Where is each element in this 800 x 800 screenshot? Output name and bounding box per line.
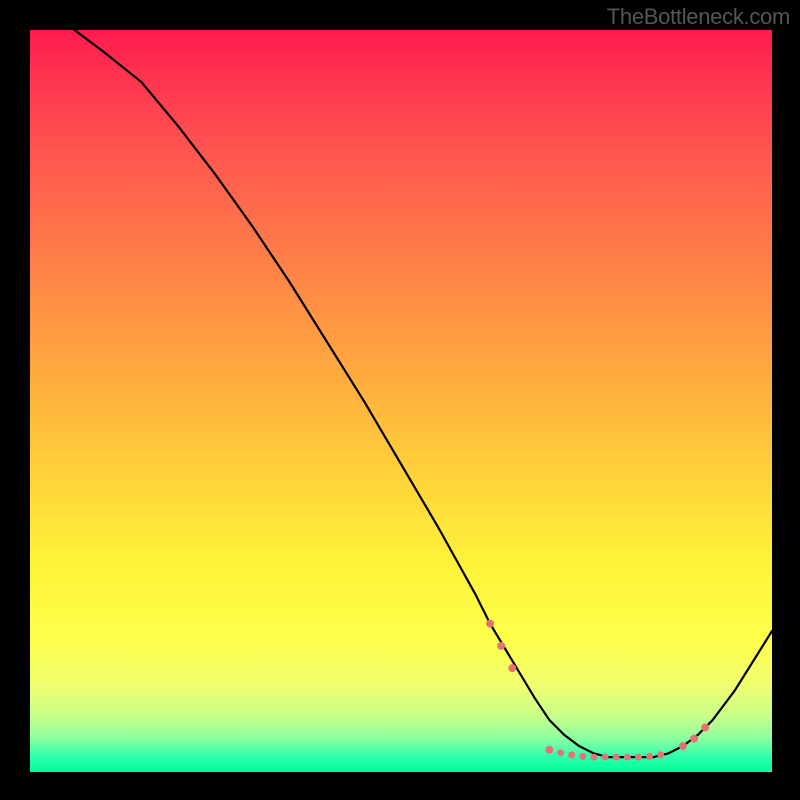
chart-container: TheBottleneck.com [0, 0, 800, 800]
curve-marker [613, 754, 620, 761]
curve-marker [690, 735, 698, 743]
curve-marker [590, 754, 597, 761]
curve-marker [486, 620, 494, 628]
curve-marker [701, 723, 709, 731]
curve-marker [646, 753, 653, 760]
curve-layer [30, 30, 772, 772]
curve-markers [486, 620, 709, 761]
curve-marker [624, 754, 631, 761]
curve-marker [602, 754, 609, 761]
curve-marker [557, 749, 564, 756]
curve-marker [568, 751, 575, 758]
curve-marker [545, 746, 553, 754]
curve-marker [679, 742, 687, 750]
watermark-text: TheBottleneck.com [607, 4, 790, 30]
curve-marker [579, 753, 586, 760]
curve-marker [497, 642, 505, 650]
curve-marker [508, 664, 516, 672]
plot-area [30, 30, 772, 772]
curve-marker [635, 754, 642, 761]
bottleneck-curve [75, 30, 772, 757]
curve-marker [657, 751, 664, 758]
